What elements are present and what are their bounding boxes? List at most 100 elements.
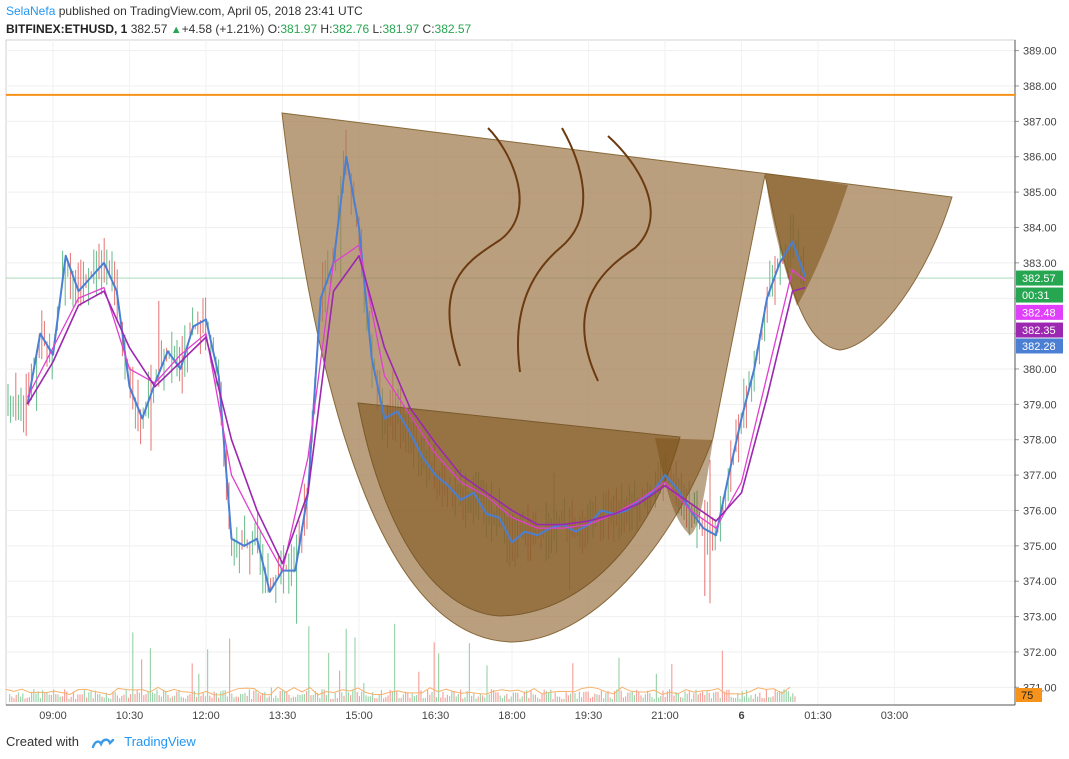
volume-bar <box>449 696 451 702</box>
volume-bar <box>292 696 294 702</box>
volume-bar <box>378 694 380 702</box>
volume-bar <box>748 697 750 702</box>
volume-bar <box>754 693 756 702</box>
volume-bar <box>222 690 224 702</box>
volume-bar <box>356 691 358 702</box>
volume-bar <box>154 693 156 702</box>
y-tick-label: 378.00 <box>1023 435 1057 447</box>
volume-bar <box>343 695 345 702</box>
x-tick-label: 16:30 <box>422 710 450 722</box>
volume-bar <box>11 696 13 702</box>
volume-bar <box>446 694 448 702</box>
volume-bar <box>237 696 239 702</box>
volume-bar <box>79 694 81 702</box>
volume-bar <box>57 694 59 702</box>
price-label: 00:31 <box>1016 287 1063 303</box>
volume-bar <box>66 691 68 702</box>
x-tick-label: 12:00 <box>192 710 220 722</box>
volume-bar <box>229 638 231 702</box>
volume-bar <box>787 691 789 702</box>
price-label: 382.35 <box>1016 322 1063 338</box>
volume-bar <box>132 632 134 702</box>
volume-bar <box>792 693 794 702</box>
volume-bar <box>605 693 607 702</box>
y-tick-label: 374.00 <box>1023 576 1057 588</box>
volume-bar <box>647 690 649 702</box>
x-tick-label: 13:30 <box>269 710 297 722</box>
volume-bar <box>20 696 22 702</box>
price-label-text: 00:31 <box>1022 290 1050 302</box>
volume-bar <box>759 692 761 702</box>
volume-bar <box>160 696 162 702</box>
volume-bar <box>242 694 244 702</box>
volume-bar <box>286 691 288 702</box>
volume-bar <box>398 698 400 702</box>
volume-bar <box>279 690 281 702</box>
volume-bar <box>726 689 728 702</box>
volume-bar <box>653 698 655 702</box>
price-chart[interactable]: 389.00 388.00 387.00 386.00 385.00 384.00 383.… <box>0 0 1069 759</box>
y-tick-label: 372.00 <box>1023 647 1057 659</box>
volume-bar <box>31 692 33 702</box>
volume-bar <box>407 692 409 702</box>
volume-bar <box>301 694 303 702</box>
volume-bar <box>622 697 624 702</box>
tradingview-link[interactable]: TradingView <box>124 734 196 749</box>
volume-bar <box>455 696 457 702</box>
volume-bar <box>440 697 442 702</box>
volume-bar <box>719 697 721 702</box>
volume-bar <box>539 698 541 702</box>
y-tick-label: 383.00 <box>1023 258 1057 270</box>
volume-bar <box>257 692 259 702</box>
volume-bar <box>662 690 664 702</box>
volume-bar <box>220 691 222 702</box>
volume-bar <box>231 693 233 702</box>
volume-bar <box>420 690 422 702</box>
volume-bar <box>638 691 640 702</box>
volume-bar <box>35 693 37 702</box>
volume-bar <box>81 694 83 702</box>
volume-bar <box>270 687 272 702</box>
volume-bar <box>259 695 261 702</box>
volume-bar <box>323 689 325 702</box>
volume-bar <box>699 692 701 702</box>
volume-bar <box>176 691 178 702</box>
volume-bar <box>88 692 90 702</box>
volume-bar <box>710 698 712 702</box>
volume-bar <box>570 693 572 702</box>
volume-label: 75 <box>1016 688 1042 702</box>
volume-bar <box>462 698 464 702</box>
volume-bar <box>757 696 759 702</box>
volume-bar <box>391 691 393 702</box>
price-label: 382.57 <box>1016 270 1063 286</box>
y-tick-label: 379.00 <box>1023 399 1057 411</box>
volume-bar <box>68 698 70 702</box>
volume-bar <box>17 692 19 702</box>
price-label-text: 382.28 <box>1022 341 1056 353</box>
volume-bar <box>9 694 11 702</box>
volume-bar <box>402 694 404 702</box>
volume-bar <box>413 696 415 702</box>
volume-bar <box>433 642 435 702</box>
volume-bar <box>548 692 550 702</box>
volume-bar <box>460 689 462 702</box>
volume-bar <box>108 697 110 702</box>
x-tick-label: 03:00 <box>881 710 909 722</box>
volume-bar <box>143 695 145 702</box>
volume-bar <box>693 693 695 702</box>
volume-bar <box>482 695 484 702</box>
volume-bar <box>686 693 688 702</box>
volume-bar <box>121 695 123 702</box>
volume-bar <box>774 689 776 702</box>
volume-bar <box>136 689 138 702</box>
volume-bar <box>532 694 534 702</box>
volume-bar <box>752 698 754 702</box>
volume-bar <box>457 694 459 702</box>
volume-bar <box>319 698 321 702</box>
volume-bar <box>174 695 176 702</box>
volume-bar <box>431 692 433 702</box>
volume-bar <box>620 690 622 702</box>
volume-bar <box>182 697 184 702</box>
volume-bar <box>207 649 209 702</box>
volume-bar <box>130 694 132 702</box>
